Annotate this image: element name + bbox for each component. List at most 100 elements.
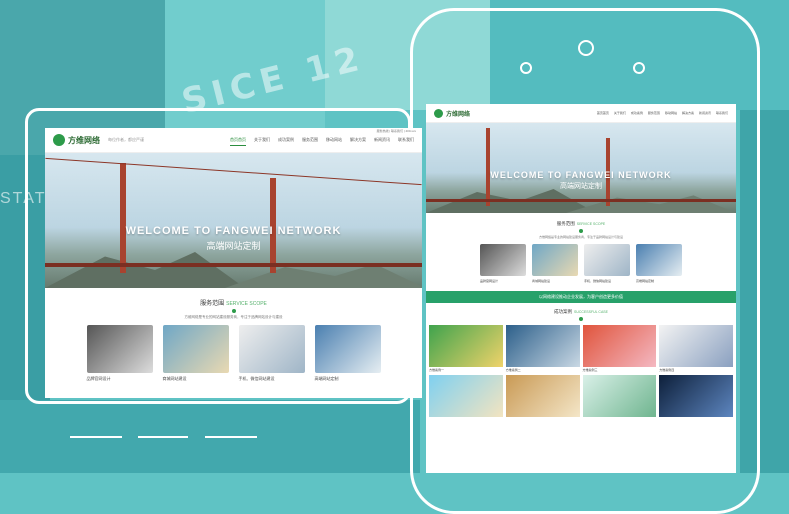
nav-item[interactable]: 新闻资讯	[374, 135, 390, 146]
nav-item[interactable]: 服务范围	[648, 109, 660, 117]
section-divider-icon	[579, 229, 583, 233]
nav-item[interactable]: 关于我们	[614, 109, 626, 117]
nav-item[interactable]: 服务范围	[302, 135, 318, 146]
case-image	[429, 325, 503, 367]
case-card[interactable]	[659, 375, 733, 417]
service-image	[162, 325, 229, 373]
service-card[interactable]: 高端网站定制	[314, 325, 381, 382]
case-image	[429, 375, 503, 417]
nav-item[interactable]: 解决方案	[350, 135, 366, 146]
section-title-en: SERVICE SCOPE	[576, 222, 606, 226]
bridge-tower	[486, 128, 490, 206]
phone-speaker-icon	[578, 40, 594, 56]
case-card[interactable]: 方维案例一	[429, 325, 503, 373]
case-card[interactable]: 方维案例四	[659, 325, 733, 373]
nav-item[interactable]: 解决方案	[682, 109, 694, 117]
section-divider-icon	[231, 309, 236, 313]
nav-item[interactable]: 移动网站	[326, 135, 342, 146]
case-image	[505, 325, 580, 367]
nav-item[interactable]: 移动网站	[665, 109, 677, 117]
service-card[interactable]: 商城网站建设	[162, 325, 229, 382]
nav-item[interactable]: 成功案例	[278, 135, 294, 146]
section-title-en: SERVICE SCOPE	[226, 301, 267, 307]
hero-subtitle: 高端网站定制	[206, 241, 261, 251]
case-image	[659, 325, 733, 367]
hero-title: WELCOME TO FANGWEI NETWORK	[125, 225, 342, 237]
case-label: 方维案例三	[582, 368, 598, 372]
section-description: 方维网络是专业的网站建设服务商，专注于品牌网站设计与建设	[184, 315, 283, 319]
service-label: 高端网站定制	[636, 279, 655, 283]
hero-subtitle: 高端网站定制	[560, 183, 602, 190]
decor-line	[70, 436, 122, 438]
case-image	[659, 375, 733, 417]
service-list: 品牌官网设计 商城网站建设 手机、微信网站建设 高端网站定制	[45, 325, 422, 382]
nav-item[interactable]: 新闻资讯	[699, 109, 711, 117]
service-label: 手机、微信网站建设	[584, 279, 612, 283]
decor-line	[205, 436, 257, 438]
service-image	[86, 325, 153, 373]
service-card[interactable]: 手机、微信网站建设	[238, 325, 305, 382]
bridge-tower	[120, 163, 126, 273]
section-description: 方维网络是专业的网站建设服务商，专注于品牌网站设计与建设	[538, 235, 623, 239]
section-title-cn: 服务范围	[556, 221, 575, 226]
service-card[interactable]: 高端网站定制	[636, 244, 682, 283]
service-label: 品牌官网设计	[480, 279, 499, 283]
service-label: 高端网站定制	[314, 376, 339, 381]
site-header: 方维网络 每位作者，都应严谨 首页首页 关于我们 成功案例 服务范围 移动网站 …	[45, 128, 422, 153]
bridge-deck	[45, 263, 422, 267]
bridge-cable	[45, 157, 422, 186]
case-image	[505, 375, 580, 417]
site-header: 方维网络 首页首页 关于我们 成功案例 服务范围 移动网站 解决方案 新闻资讯 …	[426, 104, 736, 123]
case-card[interactable]	[429, 375, 503, 417]
site-nav: 首页首页 关于我们 成功案例 服务范围 移动网站 解决方案 新闻资讯 联系我们	[230, 135, 414, 146]
service-list: 品牌官网设计 商城网站建设 手机、微信网站建设 高端网站定制	[426, 244, 736, 283]
promo-banner: 以网络建设推动企业发展，为客户创造更多价值	[426, 291, 736, 303]
hero-title: WELCOME TO FANGWEI NETWORK	[490, 170, 672, 180]
nav-item[interactable]: 首页首页	[597, 109, 609, 117]
case-list	[429, 375, 733, 417]
case-image	[582, 325, 657, 367]
service-label: 手机、微信网站建设	[238, 376, 275, 381]
service-image	[480, 244, 526, 276]
service-card[interactable]: 商城网站建设	[532, 244, 578, 283]
case-card[interactable]	[582, 375, 657, 417]
service-image	[532, 244, 578, 276]
service-image	[238, 325, 305, 373]
case-card[interactable]: 方维案例二	[505, 325, 580, 373]
hero-banner: WELCOME TO FANGWEI NETWORK 高端网站定制	[45, 153, 422, 288]
section-divider-icon	[579, 317, 583, 321]
service-card[interactable]: 品牌官网设计	[480, 244, 526, 283]
case-list: 方维案例一 方维案例二 方维案例三 方维案例四	[429, 325, 733, 373]
nav-item[interactable]: 首页首页	[230, 135, 246, 146]
phone-camera-icon	[520, 62, 532, 74]
nav-item[interactable]: 关于我们	[254, 135, 270, 146]
service-card[interactable]: 品牌官网设计	[86, 325, 153, 382]
site-logo[interactable]: 方维网络	[446, 109, 470, 118]
service-label: 商城网站建设	[162, 376, 187, 381]
nav-item[interactable]: 联系我们	[398, 135, 414, 146]
site-logo[interactable]: 方维网络	[68, 135, 100, 146]
service-image	[636, 244, 682, 276]
decor-line	[138, 436, 188, 438]
logo-icon	[434, 108, 443, 118]
header-contact[interactable]: 服务热线 | 联系我们 | 400-xxx	[377, 129, 416, 133]
phone-sensor-icon	[633, 62, 645, 74]
nav-item[interactable]: 成功案例	[631, 109, 643, 117]
hero-mountain	[566, 195, 736, 213]
case-card[interactable]	[505, 375, 580, 417]
section-title: 服务范围 SERVICE SCOPE	[45, 298, 422, 307]
service-label: 商城网站建设	[532, 279, 551, 283]
site-slogan: 每位作者，都应严谨	[108, 137, 144, 142]
phone-website-preview: 方维网络 首页首页 关于我们 成功案例 服务范围 移动网站 解决方案 新闻资讯 …	[426, 104, 736, 473]
service-image	[314, 325, 381, 373]
case-label: 方维案例四	[659, 368, 675, 372]
case-label: 方维案例二	[505, 368, 521, 372]
section-title-cn: 服务范围	[200, 301, 225, 307]
nav-item[interactable]: 联系我们	[716, 109, 728, 117]
case-card[interactable]: 方维案例三	[582, 325, 657, 373]
section-title: 成功案例 SUCCESSFUL CASE	[426, 309, 736, 315]
section-title-en: SUCCESSFUL CASE	[574, 310, 608, 314]
logo-icon	[53, 134, 65, 146]
service-card[interactable]: 手机、微信网站建设	[584, 244, 630, 283]
site-nav: 首页首页 关于我们 成功案例 服务范围 移动网站 解决方案 新闻资讯 联系我们	[597, 109, 728, 117]
